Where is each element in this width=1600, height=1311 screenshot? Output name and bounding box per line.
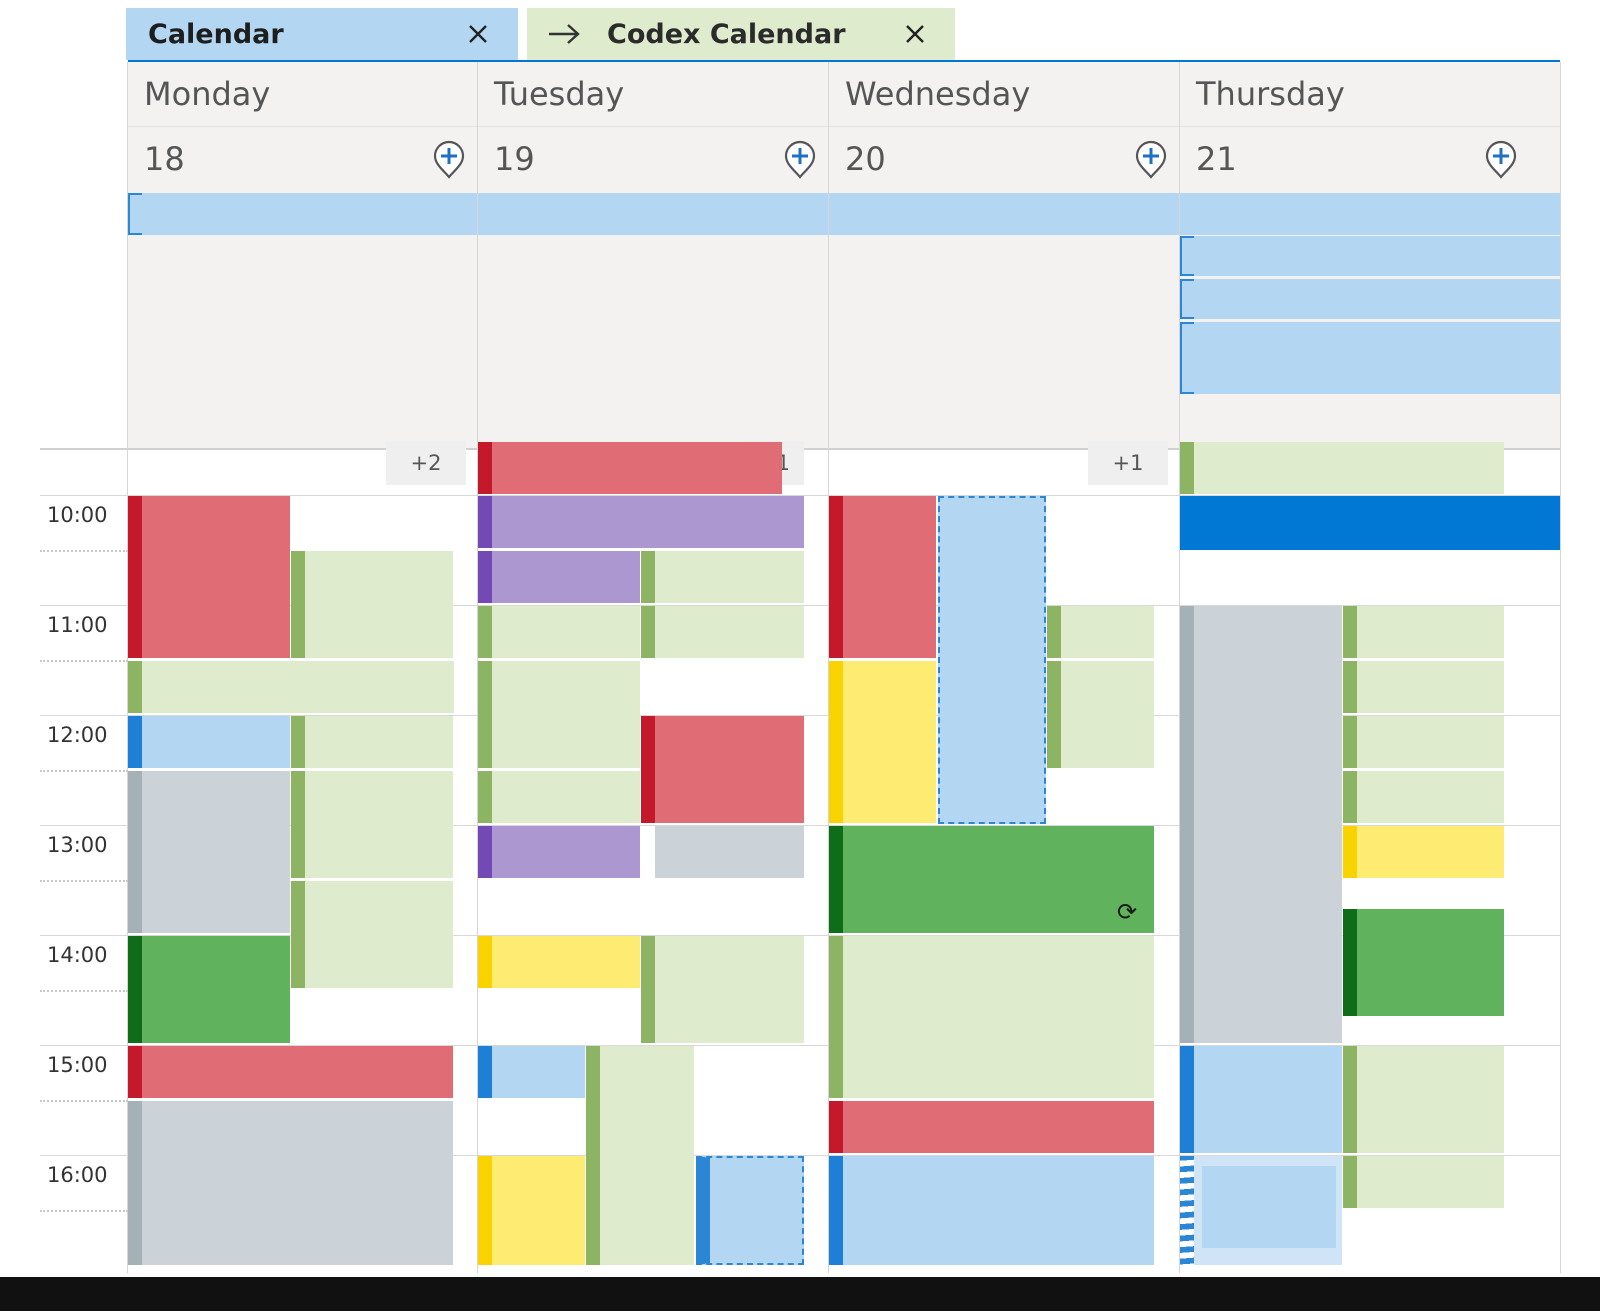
- calendar-event[interactable]: [829, 826, 1154, 933]
- calendar-event[interactable]: [1343, 1046, 1504, 1153]
- calendar-event[interactable]: [1343, 606, 1504, 658]
- calendar-event[interactable]: [641, 826, 804, 878]
- calendar-event-inner: [1202, 1166, 1336, 1248]
- half-hour-line: [40, 550, 128, 552]
- more-events-button[interactable]: +2: [386, 441, 466, 485]
- time-label: 14:00: [47, 943, 108, 967]
- recurring-exception-icon: ⟳: [1117, 899, 1138, 926]
- day-header-area: [128, 62, 1560, 192]
- calendar-event[interactable]: [1180, 606, 1342, 1043]
- half-hour-line: [40, 660, 128, 662]
- calendar-event[interactable]: [128, 936, 290, 1043]
- calendar-event[interactable]: [478, 661, 640, 768]
- calendar-event[interactable]: [128, 1046, 453, 1098]
- day-name-wednesday: Wednesday: [845, 75, 1031, 113]
- calendar-event[interactable]: [291, 551, 453, 658]
- time-label: 16:00: [47, 1163, 108, 1187]
- calendar-event[interactable]: [641, 606, 804, 658]
- time-label: 12:00: [47, 723, 108, 747]
- calendar-event[interactable]: [829, 936, 1154, 1098]
- calendar-event[interactable]: [478, 1156, 585, 1265]
- calendar-event[interactable]: [478, 551, 640, 603]
- calendar-event[interactable]: [478, 496, 804, 548]
- calendar-event[interactable]: [586, 1046, 694, 1265]
- all-day-event[interactable]: [1180, 236, 1560, 276]
- calendar-event[interactable]: [938, 496, 1046, 824]
- calendar-event[interactable]: [1180, 1046, 1342, 1153]
- day-number-19[interactable]: 19: [494, 140, 535, 178]
- add-event-icon[interactable]: [1484, 140, 1518, 180]
- arrow-right-icon: [547, 8, 589, 60]
- close-icon[interactable]: [458, 8, 498, 60]
- day-name-thursday: Thursday: [1196, 75, 1345, 113]
- time-label: 11:00: [47, 613, 108, 637]
- day-number-20[interactable]: 20: [845, 140, 886, 178]
- calendar-event[interactable]: [128, 771, 290, 933]
- calendar-event[interactable]: [1343, 716, 1504, 768]
- tab-codex-calendar-label: Codex Calendar: [607, 18, 846, 50]
- half-hour-line: [40, 1100, 128, 1102]
- calendar-event[interactable]: [478, 1046, 585, 1098]
- calendar-event[interactable]: [1343, 1156, 1504, 1208]
- time-label: 15:00: [47, 1053, 108, 1077]
- calendar-event[interactable]: [291, 881, 453, 988]
- half-hour-line: [40, 990, 128, 992]
- add-event-icon[interactable]: [1134, 140, 1168, 180]
- calendar-event[interactable]: [641, 936, 804, 1043]
- calendar-event[interactable]: [478, 771, 640, 823]
- calendar-event[interactable]: [696, 1156, 804, 1265]
- calendar-event[interactable]: [128, 496, 290, 658]
- tab-calendar[interactable]: Calendar: [126, 8, 518, 60]
- calendar-event[interactable]: [1047, 606, 1154, 658]
- calendar-event[interactable]: [829, 1101, 1154, 1153]
- calendar-event[interactable]: [641, 716, 804, 823]
- half-hour-line: [40, 1210, 128, 1212]
- tab-codex-calendar[interactable]: Codex Calendar: [527, 8, 955, 60]
- calendar-event[interactable]: [128, 1101, 453, 1265]
- calendar-event[interactable]: [829, 661, 936, 823]
- calendar-event[interactable]: [1343, 771, 1504, 823]
- calendar-event[interactable]: [128, 716, 290, 768]
- time-label: 10:00: [47, 503, 108, 527]
- time-label: 13:00: [47, 833, 108, 857]
- half-hour-line: [40, 770, 128, 772]
- add-event-icon[interactable]: [432, 140, 466, 180]
- calendar-event[interactable]: [829, 1156, 1154, 1265]
- calendar-event[interactable]: [1343, 909, 1504, 1016]
- calendar-event[interactable]: [291, 771, 453, 878]
- calendar-event[interactable]: [478, 606, 640, 658]
- half-hour-line: [40, 880, 128, 882]
- all-day-event[interactable]: [128, 193, 1560, 235]
- calendar-event[interactable]: [128, 661, 454, 713]
- calendar-event[interactable]: [1343, 826, 1504, 878]
- calendar-event[interactable]: [1180, 442, 1504, 494]
- close-icon[interactable]: [895, 8, 935, 60]
- add-event-icon[interactable]: [783, 140, 817, 180]
- day-number-21[interactable]: 21: [1196, 140, 1237, 178]
- tab-calendar-label: Calendar: [148, 18, 284, 50]
- day-name-monday: Monday: [144, 75, 271, 113]
- calendar-event[interactable]: [478, 442, 782, 494]
- calendar-event[interactable]: [478, 826, 640, 878]
- calendar-event[interactable]: [829, 496, 936, 658]
- calendar-event[interactable]: [1180, 496, 1560, 550]
- day-name-tuesday: Tuesday: [494, 75, 625, 113]
- calendar-event[interactable]: [1343, 661, 1504, 713]
- calendar-event[interactable]: [641, 551, 804, 603]
- more-events-button[interactable]: +1: [1088, 441, 1168, 485]
- all-day-event[interactable]: [1180, 322, 1560, 394]
- calendar-event[interactable]: [291, 716, 453, 768]
- column-divider: [1560, 62, 1561, 1273]
- day-number-18[interactable]: 18: [144, 140, 185, 178]
- bottom-border: [0, 1277, 1600, 1311]
- header-separator: [128, 126, 1560, 127]
- calendar-event[interactable]: [478, 936, 640, 988]
- all-day-event[interactable]: [1180, 279, 1560, 319]
- calendar-event[interactable]: [1047, 661, 1154, 768]
